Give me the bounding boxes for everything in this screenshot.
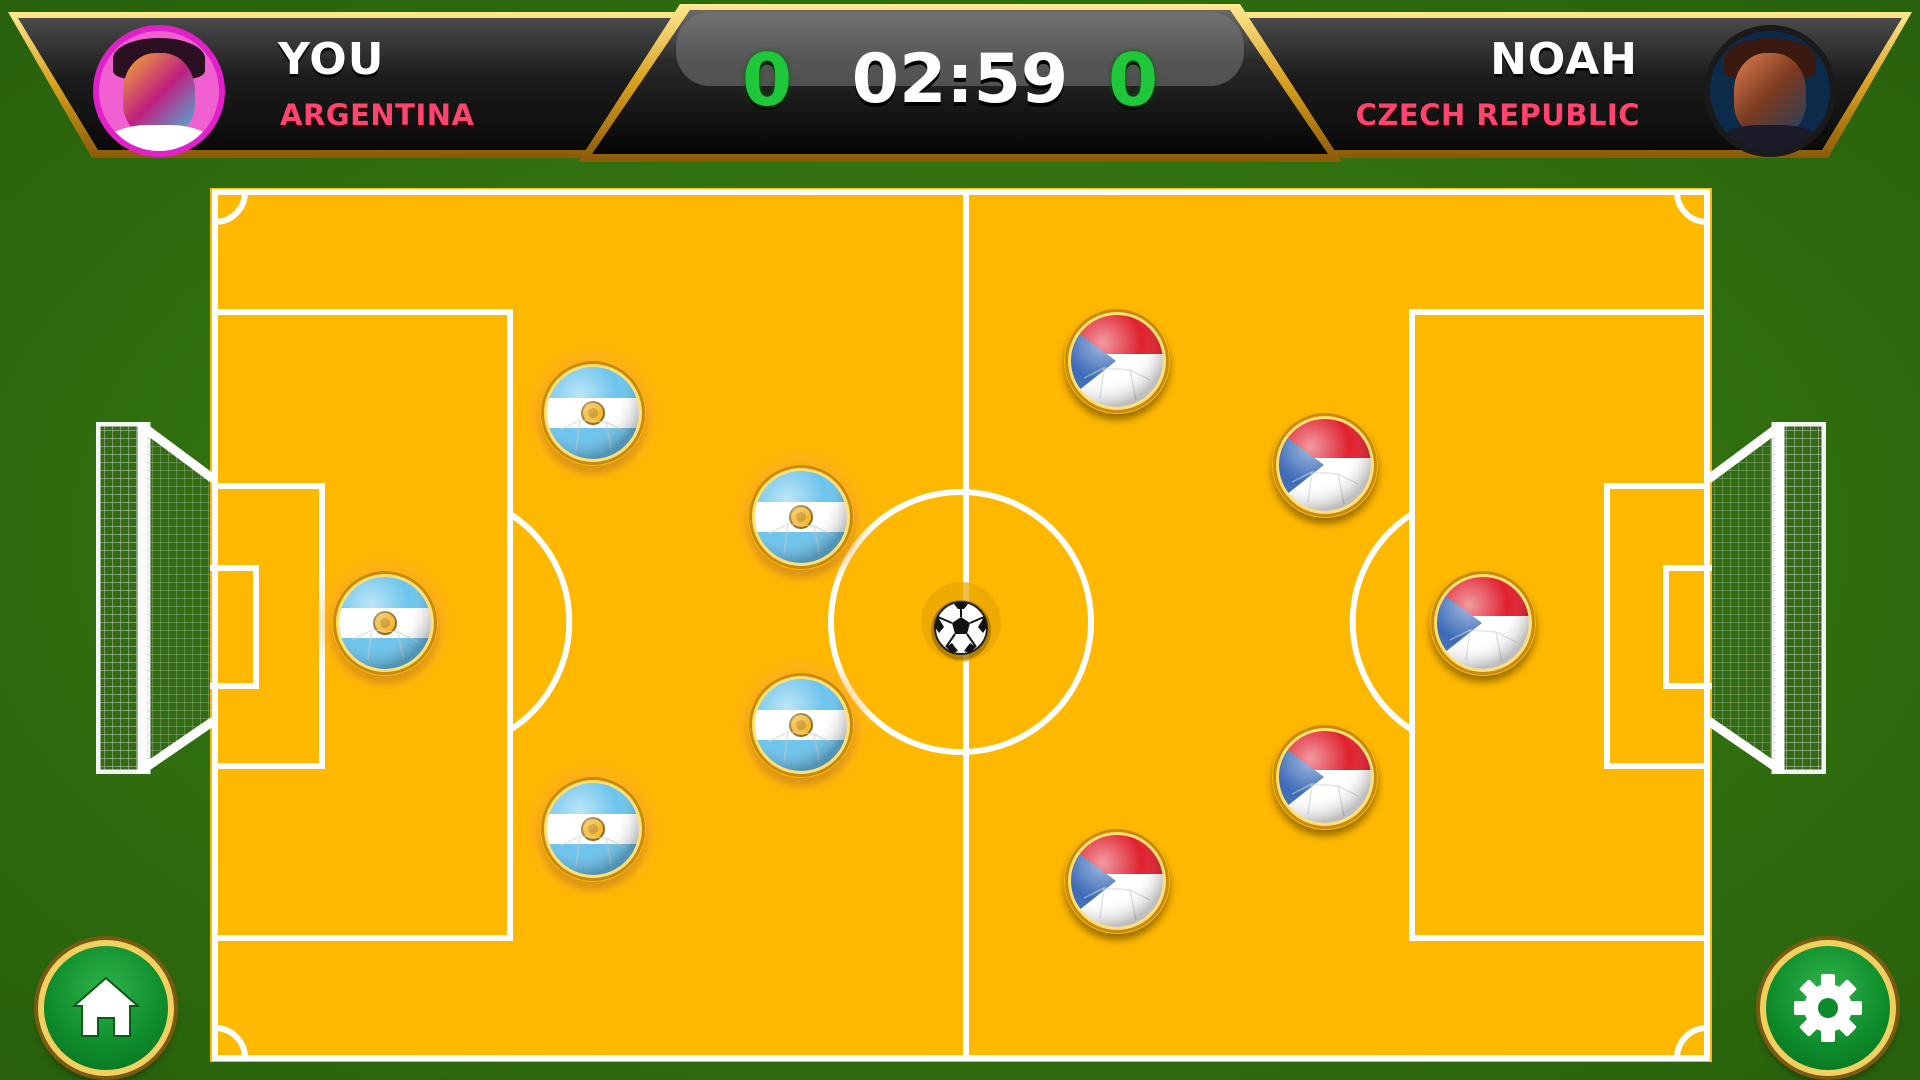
argentina-player-piece[interactable] [540,360,646,466]
czech-player-piece[interactable] [1064,828,1170,934]
argentina-player-piece[interactable] [748,672,854,778]
gear-icon [1794,974,1862,1042]
match-timer: 02:59 [851,40,1069,119]
czech-player-piece[interactable] [1272,412,1378,518]
left-goal [96,422,216,774]
player-right-name: NOAH [1490,34,1638,85]
player-left-score: 0 [742,38,793,122]
player-left-avatar [93,25,225,157]
player-left-name: YOU [278,34,385,85]
czech-player-piece[interactable] [1272,724,1378,830]
player-right-avatar [1704,25,1836,157]
settings-button[interactable] [1760,940,1896,1076]
right-goal [1706,422,1826,774]
home-button[interactable] [38,940,174,1076]
argentina-player-piece[interactable] [332,570,438,676]
czech-player-piece[interactable] [1430,570,1536,676]
argentina-player-piece[interactable] [748,464,854,570]
argentina-player-piece[interactable] [540,776,646,882]
player-left-team: ARGENTINA [280,98,475,132]
scoreboard: YOU ARGENTINA 0 02:59 0 NOAH CZECH REPUB… [0,0,1920,175]
player-right-score: 0 [1108,38,1159,122]
home-icon [71,976,141,1037]
player-right-team: CZECH REPUBLIC [1355,98,1640,132]
soccer-ball-icon[interactable] [928,595,994,661]
czech-player-piece[interactable] [1064,308,1170,414]
